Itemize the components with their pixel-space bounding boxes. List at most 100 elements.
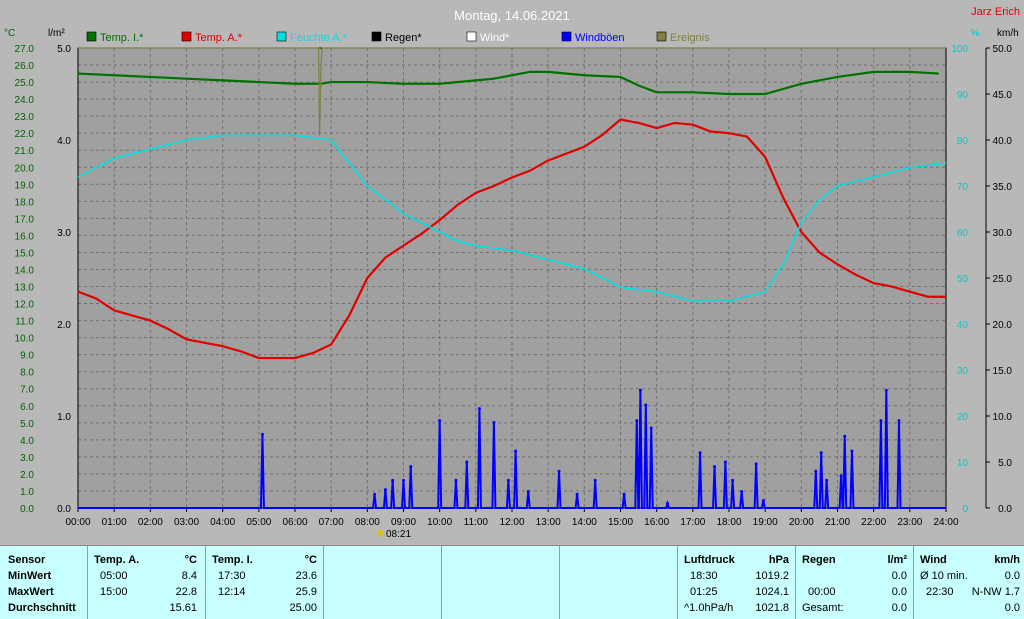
x-tick-label: 16:00 <box>644 517 669 528</box>
windboeen-point <box>409 465 413 469</box>
legend-swatch <box>86 31 97 42</box>
windboeen-point <box>373 492 377 496</box>
x-tick-label: 18:00 <box>716 517 741 528</box>
legend-label: Wind* <box>480 32 510 44</box>
rain-tick-label: 4.0 <box>57 136 71 147</box>
windboeen-point <box>260 432 264 436</box>
temp-tick-label: 20.0 <box>15 163 35 174</box>
x-tick-label: 07:00 <box>319 517 344 528</box>
temp-tick-label: 26.0 <box>15 61 35 72</box>
x-tick-label: 08:00 <box>355 517 380 528</box>
temp-tick-label: 27.0 <box>15 44 35 55</box>
x-tick-label: 10:00 <box>427 517 452 528</box>
wind-row1-label: Ø 10 min. <box>920 570 968 582</box>
pressure-header: Luftdruck <box>684 554 735 566</box>
sensor-column: Sensor MinWert MaxWert Durchschnitt <box>0 546 88 619</box>
temp-tick-label: 1.0 <box>20 487 34 498</box>
x-tick-label: 24:00 <box>933 517 958 528</box>
humidity-tick-label: 60 <box>957 228 969 239</box>
windboeen-point <box>850 449 854 453</box>
wind-tick-label: 25.0 <box>993 274 1013 285</box>
temp-tick-label: 19.0 <box>15 180 35 191</box>
wind-tick-label: 5.0 <box>998 458 1012 469</box>
legend-label: Windböen <box>575 32 625 44</box>
temp-a-header: Temp. A. <box>94 554 140 566</box>
windboeen-point <box>698 451 702 455</box>
temp-a-max-time: 15:00 <box>100 586 128 598</box>
windboeen-point <box>879 419 883 423</box>
windboeen-point <box>506 478 510 482</box>
humidity-tick-label: 40 <box>957 320 969 331</box>
pressure-min-time: 18:30 <box>690 570 718 582</box>
temp-i-min-time: 17:30 <box>218 570 246 582</box>
chart-title: Montag, 14.06.2021 <box>454 8 570 23</box>
rain-tick-label: 1.0 <box>57 412 71 423</box>
wind-tick-label: 50.0 <box>993 44 1013 55</box>
rain-row3-value: 0.0 <box>891 602 907 614</box>
rain-unit: l/m² <box>887 554 907 566</box>
event-icon <box>376 530 383 536</box>
wind-tick-label: 20.0 <box>993 320 1013 331</box>
temp-tick-label: 18.0 <box>15 197 35 208</box>
row-label-max: MaxWert <box>8 586 54 598</box>
windboeen-point <box>814 469 818 473</box>
temp-tick-label: 21.0 <box>15 146 35 157</box>
rain-axis-unit: l/m² <box>48 28 65 39</box>
windboeen-point <box>839 474 843 478</box>
x-tick-label: 09:00 <box>391 517 416 528</box>
pressure-trend-value: 1021.8 <box>755 602 789 614</box>
rain-row2-value: 0.0 <box>891 586 907 598</box>
rain-row1-value: 0.0 <box>891 570 907 582</box>
wind-tick-label: 40.0 <box>993 136 1013 147</box>
pressure-max-time: 01:25 <box>690 586 718 598</box>
windboeen-point <box>383 488 387 492</box>
temp-tick-label: 8.0 <box>20 368 34 379</box>
wind-row3-value: 0.0 <box>1004 602 1020 614</box>
legend-swatch <box>561 31 572 42</box>
legend-swatch <box>466 31 477 42</box>
legend: Temp. I.* Temp. A.* Feuchte A.* Regen* Wind*… <box>86 31 710 44</box>
empty-column-1 <box>324 546 442 619</box>
temp-i-average: 25.00 <box>289 602 317 614</box>
wind-tick-label: 30.0 <box>993 228 1013 239</box>
windboeen-point <box>402 478 405 482</box>
temp-i-max-time: 12:14 <box>218 586 246 598</box>
legend-label: Ereignis <box>670 32 710 44</box>
x-tick-label: 06:00 <box>282 517 307 528</box>
windboeen-point <box>635 419 639 423</box>
windboeen-point <box>819 451 823 455</box>
humidity-tick-label: 30 <box>957 366 969 377</box>
rain-row3-label: Gesamt: <box>802 602 844 614</box>
windboeen-point <box>666 501 670 505</box>
x-tick-label: 17:00 <box>680 517 705 528</box>
temp-a-max-value: 22.8 <box>175 586 197 598</box>
x-tick-label: 21:00 <box>825 517 850 528</box>
humidity-tick-label: 100 <box>951 44 968 55</box>
temp-tick-label: 0.0 <box>20 504 34 515</box>
humidity-tick-label: 50 <box>957 274 969 285</box>
wind-tick-label: 35.0 <box>993 182 1013 193</box>
temp-tick-label: 24.0 <box>15 95 35 106</box>
windboeen-point <box>754 462 758 466</box>
wind-tick-label: 45.0 <box>993 90 1013 101</box>
x-tick-label: 05:00 <box>246 517 271 528</box>
temp-tick-label: 22.0 <box>15 129 35 140</box>
windboeen-point <box>492 420 496 424</box>
windboeen-point <box>454 478 458 482</box>
legend-swatch <box>371 31 382 42</box>
temp-tick-label: 6.0 <box>20 402 34 413</box>
sensor-header: Sensor <box>8 554 46 566</box>
temp-tick-label: 3.0 <box>20 453 34 464</box>
windboeen-point <box>391 478 395 482</box>
x-tick-label: 04:00 <box>210 517 235 528</box>
pressure-max-value: 1024.1 <box>755 586 789 598</box>
legend-label: Temp. A.* <box>195 32 243 44</box>
temp-tick-label: 7.0 <box>20 385 34 396</box>
rain-tick-label: 3.0 <box>57 228 71 239</box>
windboeen-point <box>514 449 518 453</box>
humidity-tick-label: 0 <box>962 504 968 515</box>
rain-tick-label: 2.0 <box>57 320 71 331</box>
legend-swatch <box>276 31 287 42</box>
wind-tick-label: 15.0 <box>993 366 1013 377</box>
windboeen-point <box>884 388 888 392</box>
